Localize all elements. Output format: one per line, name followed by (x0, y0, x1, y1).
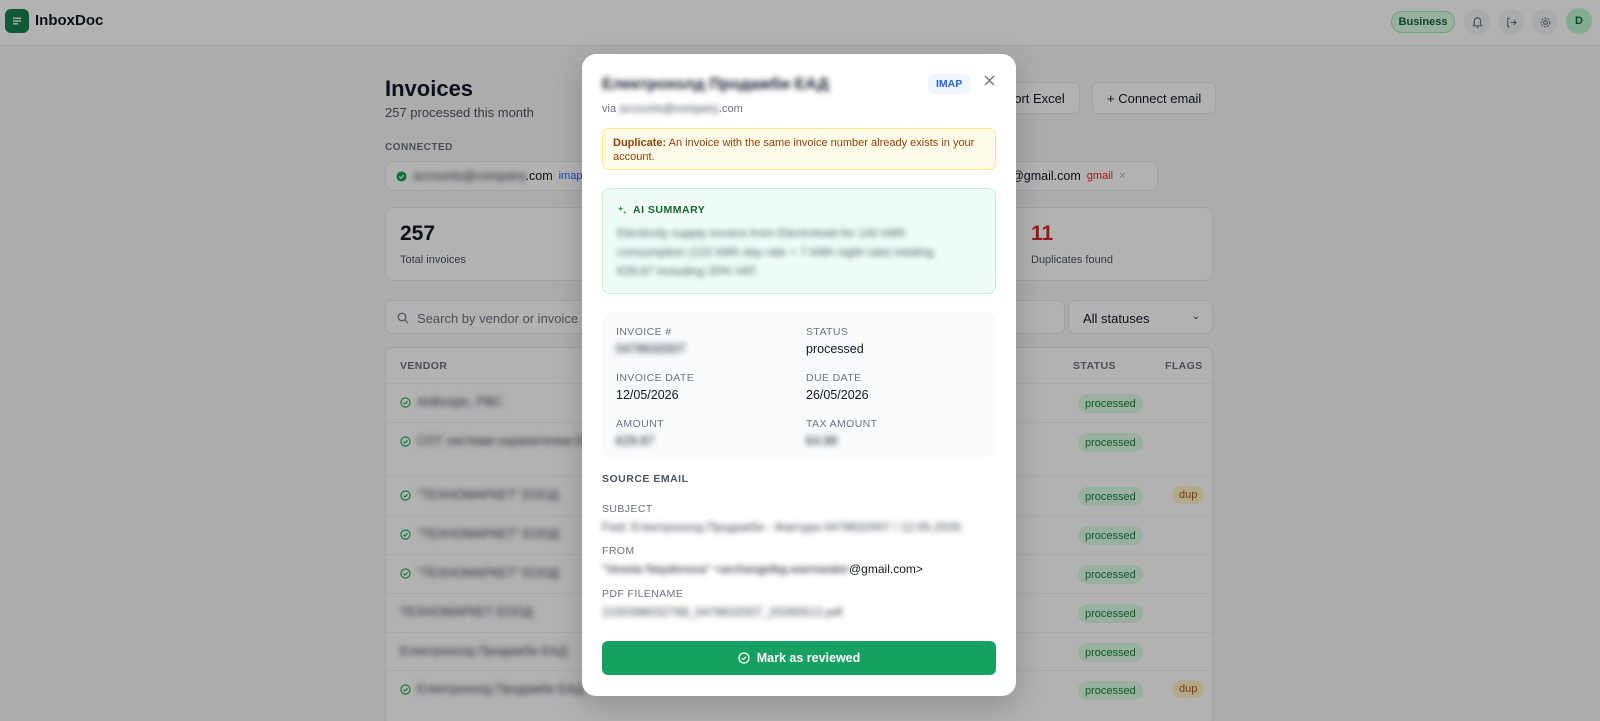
source-email-title: SOURCE EMAIL (602, 473, 689, 485)
check-circle-icon (738, 652, 750, 664)
tax-amount-label: TAX AMOUNT (806, 418, 878, 430)
invoice-date-value: 12/05/2026 (616, 388, 679, 402)
ai-summary-text: Electricity supply invoice from Electroh… (617, 226, 934, 278)
source-badge: IMAP (928, 74, 971, 94)
mark-as-reviewed-button[interactable]: Mark as reviewed (602, 641, 996, 675)
pdf-filename-label: PDF FILENAME (602, 588, 684, 600)
tax-amount-value: €4.98 (806, 434, 838, 448)
alert-title: Duplicate: (613, 137, 667, 149)
from-label: FROM (602, 545, 635, 557)
invoice-number-value: 0478632007 (616, 342, 686, 356)
due-date-label: DUE DATE (806, 372, 862, 384)
status-value: processed (806, 342, 864, 356)
ai-summary-title: AI SUMMARY (617, 204, 705, 216)
invoice-date-label: INVOICE DATE (616, 372, 695, 384)
amount-label: AMOUNT (616, 418, 664, 430)
pdf-filename-value: 2150398032788_0478632007_20260512.pdf (602, 605, 843, 619)
from-value: "Vesela Naydenova" <archangelbg.warmwate… (602, 562, 923, 576)
due-date-value: 26/05/2026 (806, 388, 869, 402)
status-label: STATUS (806, 326, 849, 338)
modal-via: via accounts@company .com (602, 103, 743, 115)
mark-as-reviewed-label: Mark as reviewed (756, 651, 861, 665)
invoice-number-label: INVOICE # (616, 326, 672, 338)
modal-vendor-name: Електрохолд Продажби ЕАД (602, 76, 829, 93)
ai-summary-box: AI SUMMARY Electricity supply invoice fr… (602, 188, 996, 294)
invoice-details: INVOICE # 0478632007 STATUS processed IN… (602, 312, 996, 457)
amount-value: €29.87 (616, 434, 655, 448)
close-icon[interactable] (980, 71, 998, 89)
sparkle-icon (617, 205, 627, 214)
duplicate-alert: Duplicate: An invoice with the same invo… (602, 128, 996, 170)
invoice-detail-modal: Електрохолд Продажби ЕАД via accounts@co… (582, 54, 1016, 696)
subject-value: Fwd: Електрохолд Продажби - Фактура 0478… (602, 520, 961, 534)
subject-label: SUBJECT (602, 503, 653, 515)
alert-text: An invoice with the same invoice number … (613, 137, 975, 163)
